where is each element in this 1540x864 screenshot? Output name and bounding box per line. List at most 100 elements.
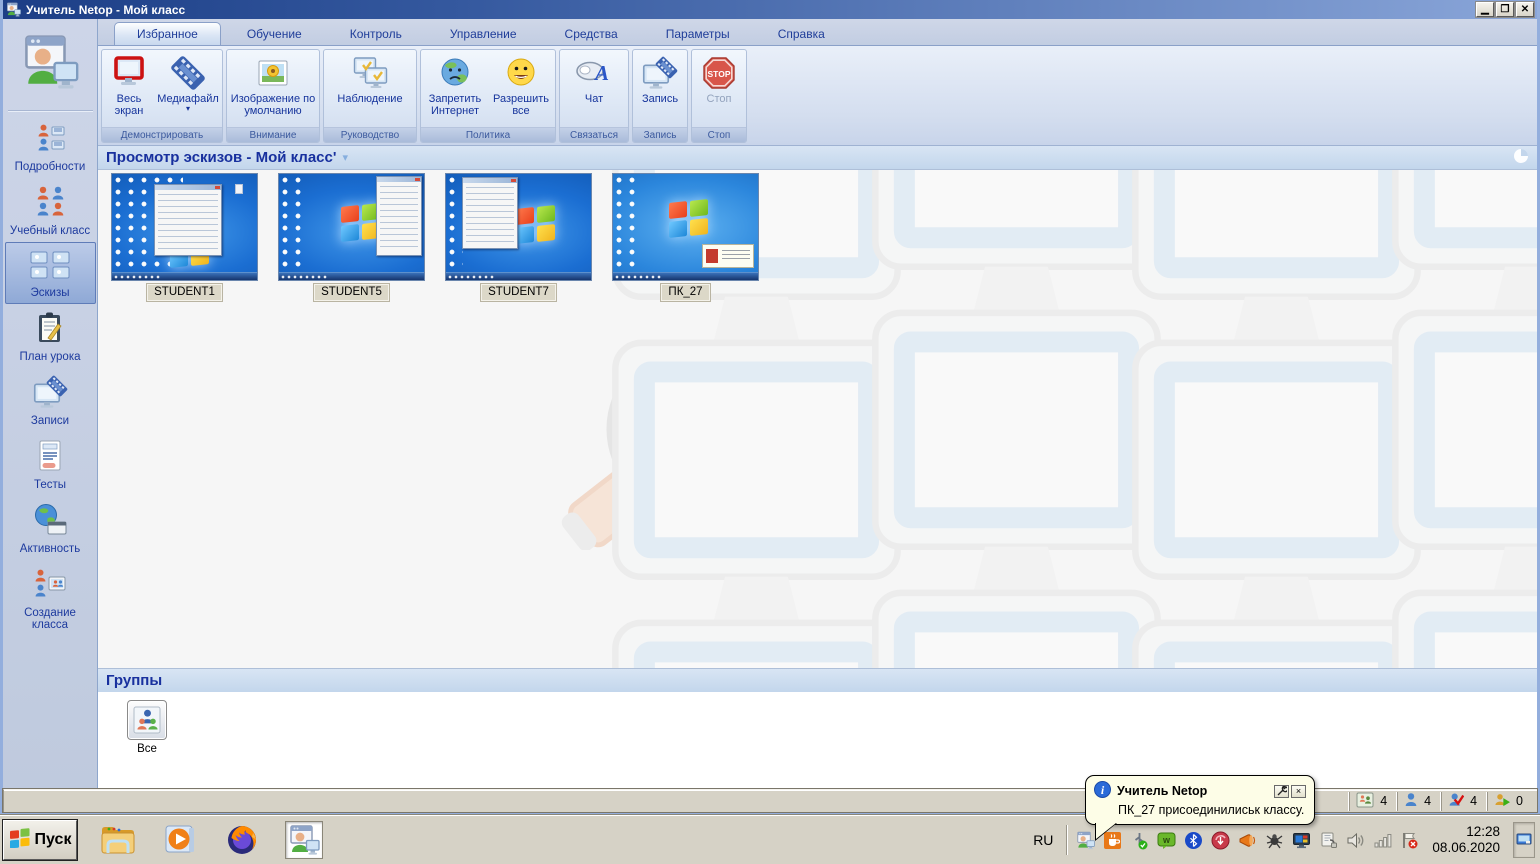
button-label: Наблюдение bbox=[337, 93, 403, 105]
start-button[interactable]: Пуск bbox=[2, 819, 78, 861]
chat-button[interactable]: A Чат bbox=[562, 53, 626, 105]
thumbnails-icon bbox=[29, 249, 71, 284]
record-button[interactable]: Запись bbox=[635, 53, 685, 105]
sidebar-item-thumbnails[interactable]: Эскизы bbox=[4, 242, 96, 304]
tab-help[interactable]: Справка bbox=[756, 23, 847, 45]
counter-class: 4 bbox=[1349, 791, 1397, 811]
tab-control[interactable]: Контроль bbox=[328, 23, 424, 45]
notification-balloon: i Учитель Netop × ПК_27 присоединилиськ … bbox=[1085, 775, 1315, 841]
deny-internet-globe-icon bbox=[437, 54, 473, 92]
tab-teaching[interactable]: Обучение bbox=[225, 23, 324, 45]
sidebar-item-create-class[interactable]: Создание класса bbox=[5, 560, 96, 636]
action-flag-icon[interactable] bbox=[1399, 830, 1419, 850]
fullscreen-button[interactable]: Весь экран bbox=[104, 53, 154, 117]
observe-monitors-icon bbox=[351, 54, 389, 92]
ribbon-group-label[interactable]: Стоп bbox=[692, 127, 746, 142]
tray-separator bbox=[1066, 825, 1069, 855]
student-joined-icon bbox=[1448, 792, 1465, 810]
display-tray-icon[interactable] bbox=[1291, 830, 1311, 850]
ribbon-group-label[interactable]: Руководство bbox=[324, 127, 416, 142]
title-bar[interactable]: Учитель Netop - Мой класс ▁ ❐ ✕ bbox=[3, 0, 1537, 19]
ribbon-group-label[interactable]: Демонстрировать bbox=[102, 127, 222, 142]
ribbon-group-attention: Изображение по умолчанию Внимание bbox=[226, 49, 320, 143]
ribbon-group-label[interactable]: Связаться bbox=[560, 127, 628, 142]
ribbon-group-label[interactable]: Политика bbox=[421, 127, 555, 142]
sidebar-item-tests[interactable]: Тесты bbox=[5, 432, 96, 496]
sidebar-divider bbox=[7, 110, 93, 112]
ribbon-group-stop: STOP Стоп Стоп bbox=[691, 49, 747, 143]
sidebar-item-class[interactable]: Учебный класс bbox=[5, 178, 96, 242]
deny-internet-button[interactable]: Запретить Интернет bbox=[423, 53, 487, 117]
tab-options[interactable]: Параметры bbox=[644, 23, 752, 45]
student-thumbnail[interactable]: STUDENT1 bbox=[111, 173, 258, 302]
student-desktop-preview[interactable] bbox=[445, 173, 592, 281]
restore-button[interactable]: ❐ bbox=[1495, 1, 1515, 18]
button-label: Запретить Интернет bbox=[428, 93, 482, 117]
student-desktop-preview[interactable] bbox=[111, 173, 258, 281]
default-image-button[interactable]: Изображение по умолчанию bbox=[229, 53, 317, 117]
mediafile-button[interactable]: Медиафайл ▾ bbox=[156, 53, 220, 113]
thumbnail-view-header: Просмотр эскизов - Мой класс' ▾ bbox=[98, 146, 1537, 170]
sidebar-item-recordings[interactable]: Записи bbox=[5, 368, 96, 432]
student-thumbnail[interactable]: ПК_27 bbox=[612, 173, 759, 302]
svg-text:STOP: STOP bbox=[708, 69, 731, 79]
tab-tools[interactable]: Средства bbox=[543, 23, 640, 45]
horn-icon[interactable] bbox=[1237, 830, 1257, 850]
sidebar-item-label: Эскизы bbox=[30, 287, 70, 299]
netop-tray-icon[interactable] bbox=[1075, 830, 1095, 850]
usb-ok-icon[interactable] bbox=[1129, 830, 1149, 850]
download-manager-icon[interactable] bbox=[1210, 830, 1230, 850]
ribbon-group-guidance: Наблюдение Руководство bbox=[323, 49, 417, 143]
plug-icon[interactable] bbox=[1318, 830, 1338, 850]
show-desktop-button[interactable] bbox=[1513, 822, 1535, 858]
student-thumbnail[interactable]: STUDENT5 bbox=[278, 173, 425, 302]
signal-bars-icon[interactable] bbox=[1372, 830, 1392, 850]
sidebar-item-lesson-plan[interactable]: План урока bbox=[5, 304, 96, 368]
start-label: Пуск bbox=[34, 831, 72, 848]
student-thumbnail[interactable]: STUDENT7 bbox=[445, 173, 592, 302]
observe-button[interactable]: Наблюдение bbox=[326, 53, 414, 105]
file-explorer-icon[interactable] bbox=[99, 821, 137, 859]
chevron-down-icon[interactable]: ▾ bbox=[342, 151, 348, 164]
app-icon bbox=[6, 2, 21, 17]
language-indicator[interactable]: RU bbox=[1027, 830, 1059, 850]
fullscreen-monitor-icon bbox=[111, 54, 147, 92]
refresh-timer-icon[interactable] bbox=[1513, 148, 1529, 167]
notification-message: ПК_27 присоединилиськ классу. bbox=[1118, 803, 1305, 817]
ribbon-group-label[interactable]: Внимание bbox=[227, 127, 319, 142]
student-active-icon bbox=[1494, 792, 1511, 810]
sidebar-item-activity[interactable]: Активность bbox=[5, 496, 96, 560]
antivirus-icon[interactable] bbox=[1264, 830, 1284, 850]
class-photo-icon bbox=[1356, 792, 1374, 811]
tab-favorites[interactable]: Избранное bbox=[114, 22, 221, 45]
allow-all-button[interactable]: Разрешить все bbox=[489, 53, 553, 117]
student-desktop-preview[interactable] bbox=[612, 173, 759, 281]
mini-notification bbox=[702, 244, 754, 268]
group-item-all[interactable]: Все bbox=[120, 700, 174, 755]
netop-taskbar-button[interactable] bbox=[285, 821, 323, 859]
svg-text:A: A bbox=[593, 61, 609, 85]
netop-logo-icon bbox=[21, 19, 79, 104]
activity-globe-icon bbox=[32, 503, 68, 540]
student-desktop-preview[interactable] bbox=[278, 173, 425, 281]
ribbon-group-label[interactable]: Запись bbox=[633, 127, 687, 142]
media-player-icon[interactable] bbox=[161, 821, 199, 859]
bluetooth-icon[interactable] bbox=[1183, 830, 1203, 850]
notification-options-button[interactable] bbox=[1274, 784, 1289, 798]
messenger-icon[interactable]: w bbox=[1156, 830, 1176, 850]
volume-icon[interactable] bbox=[1345, 830, 1365, 850]
firefox-icon[interactable] bbox=[223, 821, 261, 859]
tab-management[interactable]: Управление bbox=[428, 23, 539, 45]
sidebar-item-details[interactable]: Подробности bbox=[5, 116, 96, 178]
notification-close-button[interactable]: × bbox=[1291, 784, 1306, 798]
stop-button[interactable]: STOP Стоп bbox=[694, 53, 744, 105]
close-button[interactable]: ✕ bbox=[1515, 1, 1535, 18]
button-label: Стоп bbox=[706, 93, 732, 105]
clock-time: 12:28 bbox=[1466, 824, 1500, 839]
sidebar-item-label: Активность bbox=[19, 543, 81, 555]
minimize-button[interactable]: ▁ bbox=[1475, 1, 1495, 18]
thumbnail-label: STUDENT5 bbox=[313, 283, 390, 302]
sidebar-item-label: Учебный класс bbox=[9, 225, 91, 237]
taskbar-clock[interactable]: 12:28 08.06.2020 bbox=[1426, 824, 1506, 856]
main-content: Избранное Обучение Контроль Управление С… bbox=[98, 19, 1537, 789]
